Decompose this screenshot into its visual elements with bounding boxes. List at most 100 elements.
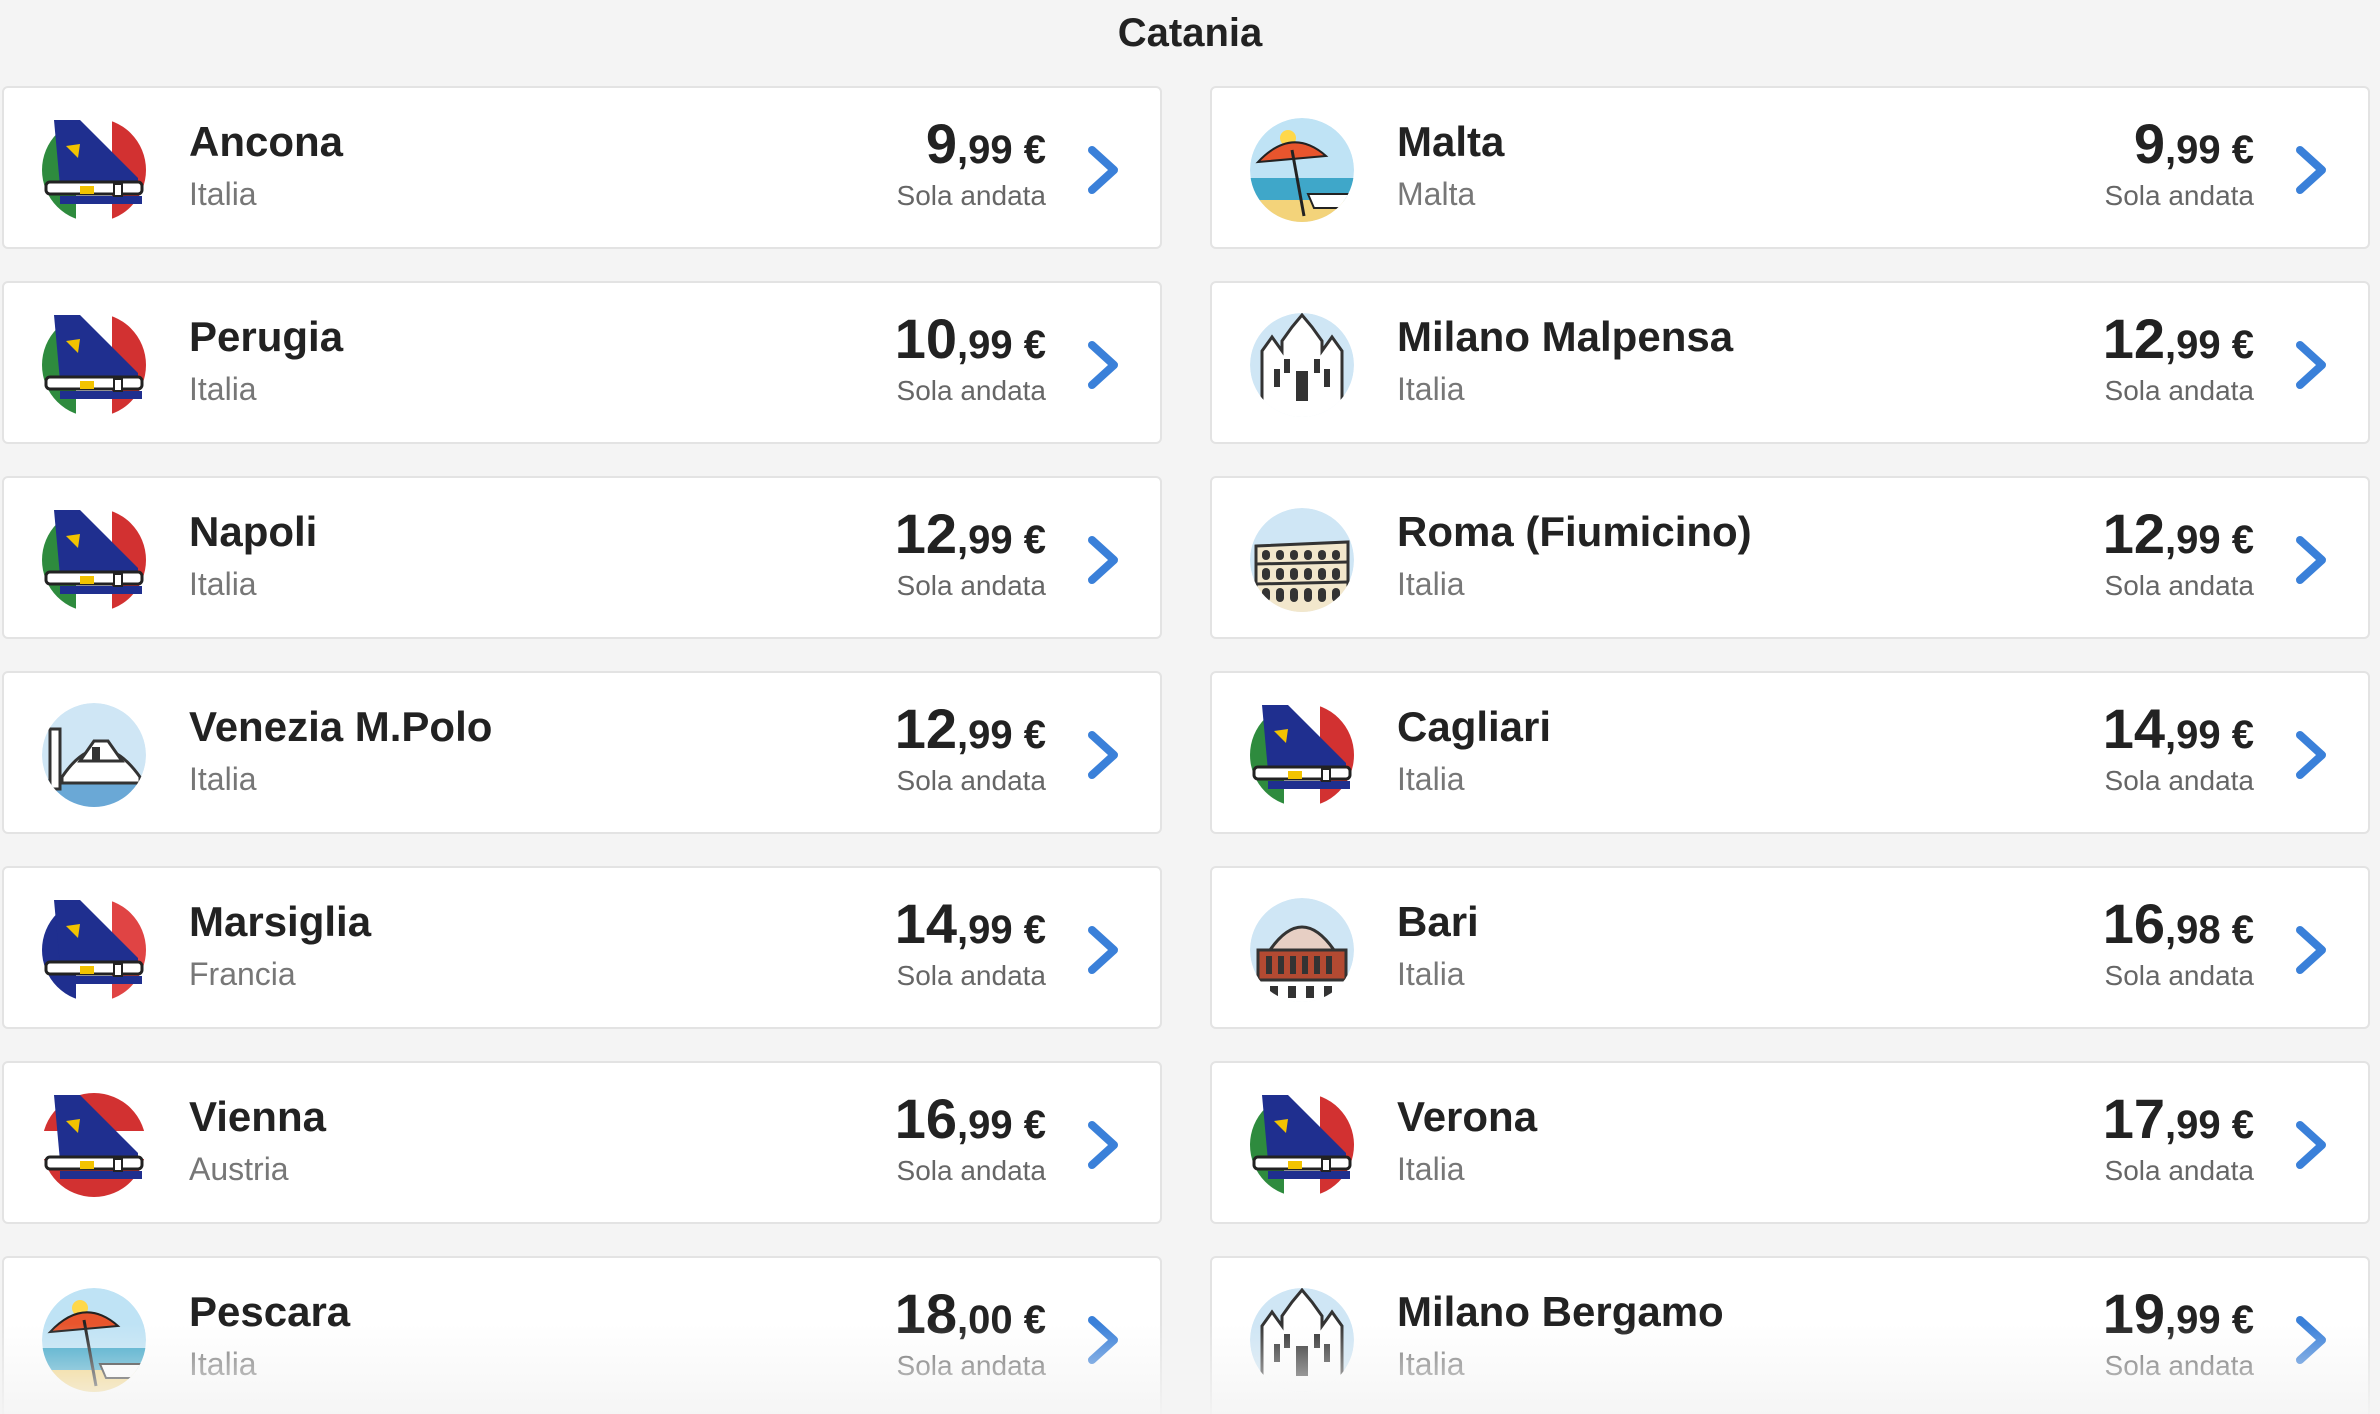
destination-city: Malta	[1397, 118, 1505, 165]
rialto-bridge-icon	[40, 701, 148, 809]
destination-card[interactable]: Malta Malta 9,99 € Sola andata	[1210, 86, 2370, 249]
price-integer: 12	[2102, 502, 2166, 565]
price-decimal: ,99	[957, 1103, 1013, 1147]
destination-card[interactable]: Vienna Austria 16,99 € Sola andata	[2, 1061, 1162, 1224]
destination-price: 18,00 €	[895, 1284, 1046, 1359]
destination-card[interactable]: Roma (Fiumicino) Italia 12,99 € Sola and…	[1210, 476, 2370, 639]
destination-city: Roma (Fiumicino)	[1397, 508, 1752, 555]
destination-card[interactable]: Bari Italia 16,98 € Sola andata	[1210, 866, 2370, 1029]
destination-price: 12,99 €	[2103, 504, 2254, 579]
price-currency: €	[1012, 128, 1046, 172]
chevron-right-icon[interactable]	[2292, 1314, 2332, 1366]
fare-type-label: Sola andata	[896, 180, 1046, 211]
milan-cathedral-icon	[1248, 1286, 1356, 1394]
destination-city: Bari	[1397, 898, 1479, 945]
destination-card[interactable]: Napoli Italia 12,99 € Sola andata	[2, 476, 1162, 639]
chevron-right-icon[interactable]	[1084, 729, 1124, 781]
dome-building-icon	[1248, 896, 1356, 1004]
price-integer: 16	[2102, 892, 2166, 955]
destination-city: Cagliari	[1397, 703, 1552, 750]
chevron-right-icon[interactable]	[2292, 144, 2332, 196]
destination-card[interactable]: Milano Malpensa Italia 12,99 € Sola anda…	[1210, 281, 2370, 444]
price-integer: 14	[2102, 697, 2166, 760]
destination-city: Perugia	[189, 313, 344, 360]
destination-price: 19,99 €	[2103, 1284, 2254, 1359]
destination-country: Italia	[189, 1346, 257, 1382]
chevron-right-icon[interactable]	[1084, 144, 1124, 196]
price-currency: €	[2220, 323, 2254, 367]
destination-card[interactable]: Perugia Italia 10,99 € Sola andata	[2, 281, 1162, 444]
destination-price: 17,99 €	[2103, 1089, 2254, 1164]
price-decimal: ,99	[957, 128, 1013, 172]
destination-grid: Ancona Italia 9,99 € Sola andata Malta M…	[0, 0, 2380, 1414]
fare-type-label: Sola andata	[2104, 570, 2254, 601]
price-currency: €	[2220, 128, 2254, 172]
price-decimal: ,99	[2165, 1298, 2221, 1342]
chevron-right-icon[interactable]	[1084, 1119, 1124, 1171]
price-currency: €	[1012, 713, 1046, 757]
price-integer: 14	[894, 892, 958, 955]
destination-city: Venezia M.Polo	[189, 703, 493, 750]
destination-country: Italia	[1397, 371, 1465, 407]
fare-type-label: Sola andata	[2104, 1350, 2254, 1381]
beach-umbrella-icon	[40, 1286, 148, 1394]
plane-tail-italy-icon	[1248, 701, 1356, 809]
chevron-right-icon[interactable]	[2292, 534, 2332, 586]
chevron-right-icon[interactable]	[2292, 729, 2332, 781]
destination-country: Italia	[1397, 1346, 1465, 1382]
destination-price: 14,99 €	[895, 894, 1046, 969]
destination-card[interactable]: Ancona Italia 9,99 € Sola andata	[2, 86, 1162, 249]
destination-price: 9,99 €	[2134, 114, 2254, 189]
destination-card[interactable]: Cagliari Italia 14,99 € Sola andata	[1210, 671, 2370, 834]
price-currency: €	[2220, 518, 2254, 562]
destination-city: Ancona	[189, 118, 344, 165]
destination-city: Vienna	[189, 1093, 326, 1140]
destination-price: 9,99 €	[926, 114, 1046, 189]
destination-price: 12,99 €	[895, 699, 1046, 774]
fare-type-label: Sola andata	[2104, 765, 2254, 796]
chevron-right-icon[interactable]	[2292, 1119, 2332, 1171]
destination-card[interactable]: Milano Bergamo Italia 19,99 € Sola andat…	[1210, 1256, 2370, 1414]
destination-card[interactable]: Verona Italia 17,99 € Sola andata	[1210, 1061, 2370, 1224]
beach-umbrella-icon	[1248, 116, 1356, 224]
plane-tail-france-icon	[40, 896, 148, 1004]
destination-card[interactable]: Marsiglia Francia 14,99 € Sola andata	[2, 866, 1162, 1029]
price-decimal: ,99	[957, 323, 1013, 367]
destination-country: Italia	[189, 761, 257, 797]
price-integer: 17	[2102, 1087, 2166, 1150]
plane-tail-italy-icon	[40, 311, 148, 419]
price-integer: 9	[2133, 112, 2166, 175]
price-decimal: ,99	[957, 908, 1013, 952]
chevron-right-icon[interactable]	[1084, 1314, 1124, 1366]
destination-price: 16,98 €	[2103, 894, 2254, 969]
price-integer: 18	[894, 1282, 958, 1345]
price-currency: €	[1012, 1103, 1046, 1147]
price-integer: 10	[894, 307, 958, 370]
price-decimal: ,99	[2165, 518, 2221, 562]
fare-type-label: Sola andata	[896, 765, 1046, 796]
chevron-right-icon[interactable]	[1084, 924, 1124, 976]
fare-type-label: Sola andata	[2104, 180, 2254, 211]
destination-price: 12,99 €	[895, 504, 1046, 579]
destination-card[interactable]: Pescara Italia 18,00 € Sola andata	[2, 1256, 1162, 1414]
destination-country: Italia	[189, 566, 257, 602]
destination-price: 12,99 €	[2103, 309, 2254, 384]
price-decimal: ,99	[2165, 1103, 2221, 1147]
chevron-right-icon[interactable]	[2292, 339, 2332, 391]
destination-card[interactable]: Venezia M.Polo Italia 12,99 € Sola andat…	[2, 671, 1162, 834]
price-integer: 19	[2102, 1282, 2166, 1345]
destination-country: Italia	[1397, 761, 1465, 797]
chevron-right-icon[interactable]	[1084, 339, 1124, 391]
fare-type-label: Sola andata	[896, 960, 1046, 991]
destinations-page: Catania Ancona Italia 9,99 € Sola andata	[0, 0, 2380, 1414]
destination-country: Italia	[1397, 1151, 1465, 1187]
price-decimal: ,00	[957, 1298, 1013, 1342]
chevron-right-icon[interactable]	[1084, 534, 1124, 586]
destination-city: Pescara	[189, 1288, 351, 1335]
price-decimal: ,98	[2165, 908, 2221, 952]
destination-city: Napoli	[189, 508, 318, 555]
destination-country: Francia	[189, 956, 296, 992]
fare-type-label: Sola andata	[2104, 1155, 2254, 1186]
price-integer: 16	[894, 1087, 958, 1150]
chevron-right-icon[interactable]	[2292, 924, 2332, 976]
